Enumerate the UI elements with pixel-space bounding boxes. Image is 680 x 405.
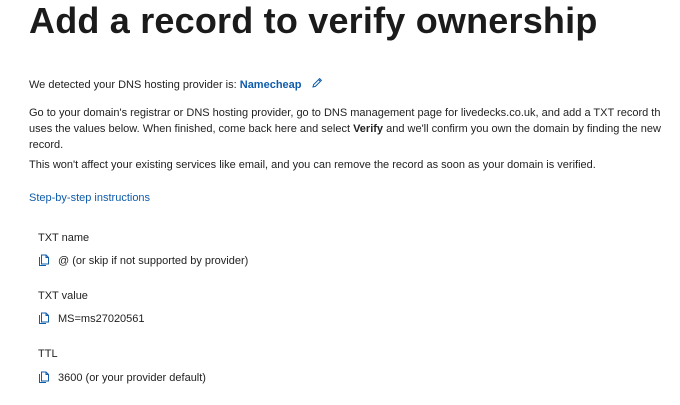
instructions-line-1: Go to your domain's registrar or DNS hos…	[29, 107, 661, 119]
instructions-line-2: uses the values below. When finished, co…	[29, 121, 680, 137]
txt-value-value: MS=ms27020561	[58, 312, 145, 325]
txt-name-value-row: @ (or skip if not supported by provider)	[38, 254, 248, 267]
copy-icon[interactable]	[38, 254, 50, 267]
txt-name-label: TXT name	[38, 232, 90, 244]
instructions-paragraph: Go to your domain's registrar or DNS hos…	[29, 105, 680, 153]
instructions-line-2-a: uses the values below. When finished, co…	[29, 123, 354, 135]
page-title: Add a record to verify ownership	[29, 0, 598, 41]
step-by-step-link[interactable]: Step-by-step instructions	[29, 190, 150, 206]
verify-keyword: Verify	[353, 123, 384, 135]
provider-name: Namecheap	[239, 79, 302, 91]
instructions-line-2-b: and we'll confirm you own the domain by …	[383, 123, 661, 135]
instructions-line-3: record.	[29, 139, 64, 151]
ttl-label: TTL	[38, 348, 58, 360]
detected-provider-text: We detected your DNS hosting provider is…	[29, 77, 323, 93]
detected-prefix: We detected your DNS hosting provider is…	[29, 79, 237, 91]
verify-ownership-page: Add a record to verify ownership We dete…	[0, 0, 680, 405]
ttl-value-row: 3600 (or your provider default)	[38, 371, 206, 384]
ttl-value: 3600 (or your provider default)	[58, 371, 206, 384]
txt-value-row: MS=ms27020561	[38, 312, 145, 325]
no-affect-note: This won't affect your existing services…	[29, 159, 596, 171]
txt-name-value: @ (or skip if not supported by provider)	[58, 254, 249, 267]
pencil-icon[interactable]	[311, 77, 323, 89]
copy-icon[interactable]	[38, 371, 50, 384]
txt-value-label: TXT value	[38, 290, 88, 302]
copy-icon[interactable]	[38, 312, 50, 325]
